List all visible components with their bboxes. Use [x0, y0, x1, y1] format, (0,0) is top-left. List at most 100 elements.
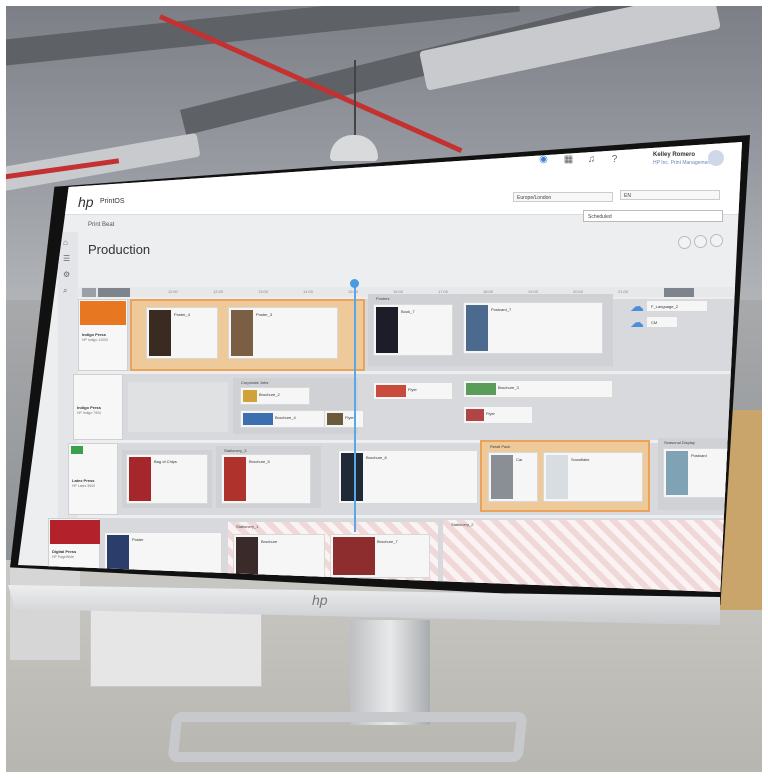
job-item[interactable]: Flyer: [324, 410, 364, 428]
thumbnail: [224, 457, 246, 501]
item-label: Book_7: [401, 309, 415, 314]
lane-header[interactable]: Indigo Press HP Indigo 12000: [78, 299, 128, 371]
zoom-in-button[interactable]: [694, 235, 707, 248]
lane-name: Latex Press: [72, 478, 95, 483]
job-group-block[interactable]: Stationery_2: [443, 520, 742, 592]
ruler-view-button[interactable]: [664, 288, 694, 297]
block-label: Retail Pack: [490, 444, 511, 449]
item-label: Poster_4: [174, 312, 191, 317]
bell-icon[interactable]: ♫: [586, 154, 597, 165]
help-icon[interactable]: ?: [609, 154, 620, 165]
job-item[interactable]: Brochure_2: [240, 387, 310, 405]
user-name[interactable]: Kelley Romero: [653, 152, 695, 158]
list-icon[interactable]: ☰: [63, 254, 72, 263]
job-item[interactable]: Brochure_7: [330, 534, 430, 578]
ruler-tick: 14:00: [303, 289, 314, 294]
item-label: Flyer: [408, 387, 417, 392]
notification-toggle-icon[interactable]: ◉: [538, 154, 549, 165]
thumbnail: [466, 409, 484, 421]
lane-header[interactable]: Latex Press HP Latex 3600: [68, 443, 118, 515]
fullscreen-button[interactable]: [710, 234, 723, 247]
block-label: Corporate Jobs: [241, 380, 269, 385]
calendar-icon[interactable]: ▦: [563, 154, 574, 165]
lane-name: Digital Press: [52, 549, 77, 554]
job-item[interactable]: Flyer: [373, 382, 453, 400]
item-label: Poster_3: [256, 312, 273, 317]
job-group-block[interactable]: [128, 382, 228, 432]
thumbnail: [466, 305, 488, 351]
page-title: Production: [88, 242, 151, 257]
job-item[interactable]: Flyer: [463, 406, 533, 424]
block-label: Stationery_1: [236, 524, 259, 529]
lane-header[interactable]: Indigo Press HP Indigo 7900: [73, 374, 123, 440]
job-item[interactable]: Poster_3: [228, 307, 338, 359]
item-label: Brochure_3: [498, 385, 519, 390]
ruler-tick: 11:00: [168, 289, 178, 294]
search-icon[interactable]: ⌕: [63, 286, 72, 295]
avatar[interactable]: [708, 150, 724, 166]
item-label: CM: [651, 320, 658, 325]
ruler-prev-button[interactable]: [82, 288, 96, 297]
item-label: Flyer: [345, 415, 354, 420]
item-label: Brochure: [261, 539, 278, 544]
job-item[interactable]: Postcard_7: [463, 302, 603, 354]
item-label: Bag of Chips: [154, 459, 177, 464]
breadcrumb[interactable]: Print Beat: [88, 222, 114, 228]
job-item[interactable]: Snowflake: [543, 452, 643, 502]
thumbnail: [149, 310, 171, 356]
job-item[interactable]: Car: [488, 452, 538, 502]
user-role: HP Inc. Print Management: [653, 160, 712, 166]
ruler-range-button[interactable]: [98, 288, 130, 297]
zoom-out-button[interactable]: [678, 236, 691, 249]
lane-name: Indigo Press: [82, 332, 107, 337]
lane-sub: HP PageWide: [52, 555, 74, 559]
timeline-playhead[interactable]: [354, 282, 356, 532]
thumbnail: [129, 457, 151, 501]
job-item[interactable]: Bag of Chips: [126, 454, 208, 504]
playhead-handle[interactable]: [350, 279, 359, 288]
status-badge: [71, 446, 83, 454]
timezone-dropdown[interactable]: Europe/London: [513, 192, 613, 202]
settings-icon[interactable]: ⚙: [63, 270, 72, 279]
hp-logo-icon: hp: [312, 592, 328, 608]
thumbnail: [231, 310, 253, 356]
item-label: Flyer: [486, 411, 495, 416]
block-label: Stationery_2: [451, 522, 474, 527]
block-label: Seasonal Display: [664, 440, 695, 445]
item-label: Brochure_4: [275, 415, 296, 420]
thumbnail: [376, 307, 398, 353]
language-dropdown[interactable]: EN: [620, 190, 720, 200]
job-item[interactable]: Brochure: [233, 534, 325, 578]
monitor-screen: ◉ ▦ ♫ ? Kelley Romero HP Inc. Print Mana…: [18, 142, 742, 592]
cloud-item[interactable]: F_Language_2: [646, 300, 708, 312]
lane-tag: [80, 301, 126, 325]
item-label: Brochure_5: [249, 459, 270, 464]
monitor-stand-base: [167, 712, 528, 762]
cloud-item[interactable]: CM: [646, 316, 678, 328]
block-label: Posters: [376, 296, 390, 301]
thumbnail: [466, 383, 496, 395]
job-item[interactable]: Brochure_3: [463, 380, 613, 398]
thumbnail: [666, 451, 688, 495]
lane-name: Indigo Press: [77, 405, 102, 410]
thumbnail: [236, 537, 258, 575]
thumbnail: [376, 385, 406, 397]
monitor-stand-neck: [350, 620, 430, 725]
filter-search-input[interactable]: Scheduled: [583, 210, 723, 222]
lane-tag: [50, 520, 100, 544]
item-label: Poster: [132, 537, 144, 542]
thumbnail: [327, 413, 343, 425]
thumbnail: [491, 455, 513, 499]
cloud-icon: ☁: [630, 314, 644, 330]
job-item[interactable]: Brochure_5: [221, 454, 311, 504]
job-item[interactable]: Poster_4: [146, 307, 218, 359]
thumbnail: [243, 413, 273, 425]
job-item[interactable]: Book_7: [373, 304, 453, 356]
job-item[interactable]: Brochure_6: [338, 450, 478, 504]
home-icon[interactable]: ⌂: [63, 238, 72, 247]
ruler-tick: 21:00: [618, 289, 629, 294]
item-label: Brochure_2: [259, 392, 280, 397]
thumbnail: [333, 537, 375, 575]
thumbnail: [341, 453, 363, 501]
ruler-tick: 12:00: [213, 289, 224, 294]
